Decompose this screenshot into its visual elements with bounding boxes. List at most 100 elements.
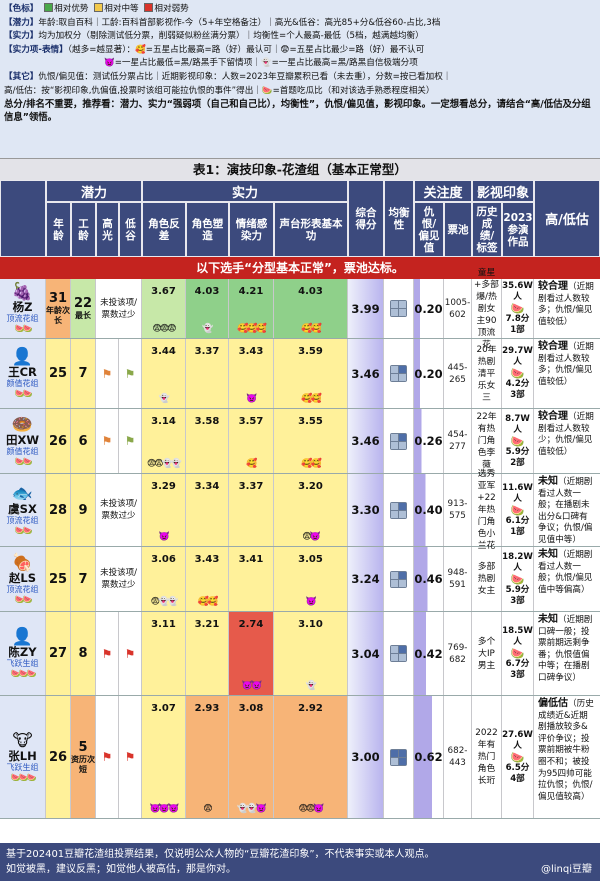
- estimate-verdict: 较合理: [538, 281, 568, 292]
- no-vote-note: 未投该项/票数过少: [100, 499, 137, 521]
- header-hate: 仇恨/偏见值: [414, 202, 444, 257]
- history-cell: 2022年有热门角色长珩: [472, 696, 502, 818]
- footer-line-2: 如觉被黑，建议反黑；如觉他人被高估，那是你对。: [6, 864, 236, 875]
- ability-cell: 3.05 👿: [274, 547, 348, 611]
- weighted-score: 6.7分: [505, 659, 530, 669]
- composite-score: 3.24: [351, 572, 380, 586]
- work-value: 7: [78, 366, 88, 381]
- ability-score: 4.21: [238, 286, 264, 297]
- work-value: 6: [78, 433, 88, 449]
- name-cell: 🐟 虞SX 顶流花组 🍉🍉: [0, 474, 46, 546]
- reaction-emoji-icon: 🥰🥰🥰: [237, 324, 267, 334]
- ability-cell: 3.34: [186, 474, 229, 546]
- hate-value: 0.40: [414, 503, 443, 517]
- work-count: 2部: [510, 457, 525, 468]
- age-value: 26: [48, 749, 68, 765]
- table-row: 👤 王CR 颜值花组 🍉🍉 25 7 ⚑ ⚑ 3.44 👻 3.37 3.43 👿 3.59 🥰🥰 3.…: [0, 339, 600, 409]
- ability-cell: 3.29 👿: [142, 474, 186, 546]
- history-tag: 2022年有热门角色长珩: [475, 728, 498, 786]
- works2023-cell: 18.5W人 🍉 6.7分 3部: [502, 612, 534, 695]
- flag-icon: ⚑: [101, 434, 113, 448]
- header-box: 票池: [444, 202, 472, 257]
- name-cell: 🐮 张LH 飞跃生组 🍉🍉🍉: [0, 696, 46, 818]
- ability-score: 3.21: [194, 619, 220, 630]
- hate-cell: 0.46: [414, 547, 444, 611]
- watermelon-icon: 🍉: [510, 434, 525, 448]
- age-cell: 25: [46, 339, 71, 408]
- viewer-count: 29.7W人: [502, 346, 533, 367]
- balance-grid-icon: [390, 432, 407, 450]
- age-value: 27: [48, 646, 68, 661]
- composite-score: 3.99: [351, 301, 380, 316]
- table-row: 🐮 张LH 飞跃生组 🍉🍉🍉 26 5 资历次短 ⚑ ⚑ 3.07 👿👿👿 2.93 😨 3.08 👻…: [0, 696, 600, 819]
- ability-score: 2.92: [298, 703, 323, 714]
- pool-cell: 1005-602: [444, 279, 472, 338]
- ability-score: 3.20: [298, 481, 323, 492]
- age-value: 26: [48, 433, 68, 449]
- hate-cell: 0.40: [414, 474, 444, 546]
- balance-grid-icon: [390, 570, 407, 588]
- estimate-verdict: 未知: [538, 614, 558, 625]
- hate-cell: 0.20: [414, 339, 444, 408]
- flag-icon: ⚑: [124, 366, 136, 381]
- balance-cell: [384, 612, 414, 695]
- ability-score: 3.11: [151, 619, 176, 630]
- history-tag: 多部热剧女主: [477, 562, 496, 596]
- vote-pool: 454-277: [447, 430, 468, 452]
- ability-score: 3.05: [298, 554, 323, 565]
- reaction-emoji-icon: 👿👿👿: [149, 804, 180, 814]
- ability-cell: 4.03 👻: [186, 279, 229, 338]
- composite-score: 3.04: [351, 646, 380, 661]
- contestant-name: 陈ZY: [8, 645, 37, 659]
- pool-cell: 769-682: [444, 612, 472, 695]
- avatar: 🐟: [11, 483, 34, 504]
- work-value: 9: [78, 502, 88, 518]
- viewer-count: 27.6W人: [502, 729, 533, 751]
- ability-cell: 3.41: [229, 547, 274, 611]
- reaction-emoji-icon: 😨: [203, 804, 213, 814]
- author-handle: @linqi豆瓣: [540, 864, 592, 875]
- highlight-cell: ⚑: [96, 339, 119, 408]
- work-count: 3部: [510, 390, 525, 400]
- contestant-group: 飞跃生组: [6, 762, 39, 772]
- ability-score: 3.57: [238, 416, 264, 427]
- work-cell: 9: [71, 474, 96, 546]
- work-cell: 6: [71, 409, 96, 473]
- reaction-emoji-icon: 😨👻👻: [150, 597, 179, 607]
- note-recommend: 总分/排名不重要，推荐看：潜力、实力“强弱项（自己和自己比），均衡性”，仇恨/偏…: [4, 99, 591, 124]
- weighted-score: 6.1分: [505, 515, 530, 526]
- balance-grid-icon: [390, 645, 407, 662]
- composite-cell: 3.04: [348, 612, 384, 695]
- name-cell: 👤 陈ZY 飞跃生组 🍉🍉🍉: [0, 612, 46, 695]
- reaction-emoji-icon: 👻: [158, 394, 170, 404]
- composite-score: 3.46: [351, 366, 380, 381]
- weighted-score: 7.8分: [505, 314, 530, 324]
- work-value: 5: [78, 739, 88, 755]
- age-value: 25: [48, 366, 68, 381]
- lowpoint-cell: ⚑: [119, 409, 142, 473]
- avatar: 👤: [11, 347, 34, 367]
- works2023-cell: 11.6W人 🍉 6.1分 1部: [502, 474, 534, 546]
- header-strength: 实力: [142, 180, 348, 202]
- flag-icon: ⚑: [124, 750, 136, 764]
- reaction-emoji-icon: 👻👻👿: [237, 804, 267, 814]
- ability-cell: 3.37: [186, 339, 229, 408]
- hate-value: 0.20: [414, 301, 443, 316]
- contestant-name: 虞SX: [8, 501, 37, 516]
- history-cell: 多个大IP男主: [472, 612, 502, 695]
- reaction-emoji-icon: 👻: [305, 681, 317, 691]
- group-banner: 以下选手“分型基本正常”，票池达标。: [0, 257, 600, 279]
- vote-pool: 948-591: [447, 568, 468, 590]
- hate-value: 0.46: [414, 572, 443, 586]
- ability-score: 3.08: [238, 703, 264, 714]
- watermelon-icon: 🍉: [510, 302, 525, 315]
- balance-grid-icon: [390, 748, 407, 766]
- table-row: 🍩 田XW 颜值花组 🍉🍉 26 6 ⚑ ⚑ 3.14 😨😨👻👻 3.58 3.57 🥰 3.55 🥰…: [0, 409, 600, 474]
- table-title: 表1：演技印象-花渣组（基本正常型）: [0, 158, 600, 180]
- ability-score: 3.43: [194, 554, 220, 565]
- history-cell: 多部热剧女主: [472, 547, 502, 611]
- avatar: 🐮: [12, 730, 33, 751]
- ability-cell: 2.93 😨: [186, 696, 229, 818]
- composite-score: 3.00: [351, 750, 380, 764]
- age-cell: 25: [46, 547, 71, 611]
